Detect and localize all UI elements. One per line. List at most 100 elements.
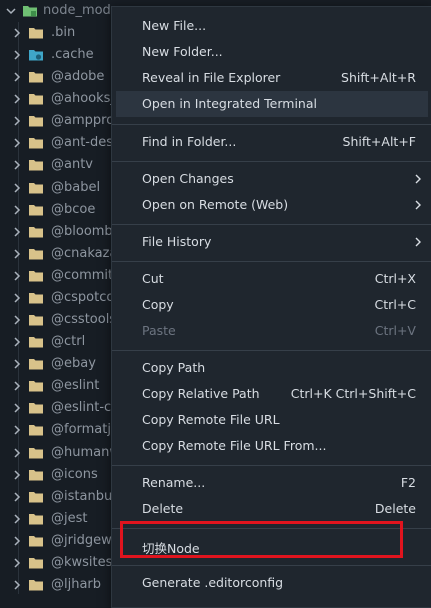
- chevron-right-icon: [14, 448, 21, 458]
- tree-item-label: @ahooksjs: [51, 91, 115, 106]
- tree-item-label: .bin: [51, 25, 76, 40]
- menu-separator: [112, 224, 431, 225]
- folder-icon: [29, 403, 43, 414]
- tree-item[interactable]: .cache: [0, 44, 115, 66]
- tree-item[interactable]: .bin: [0, 22, 115, 44]
- chevron-right-icon: [14, 227, 21, 237]
- tree-item[interactable]: @istanbulj: [0, 486, 115, 508]
- tree-item[interactable]: @ctrl: [0, 331, 115, 353]
- tree-item[interactable]: @ant-desi: [0, 132, 115, 154]
- menu-item-rename[interactable]: Rename... F2: [116, 470, 428, 496]
- folder-icon: [29, 315, 43, 326]
- menu-item-copy-remote-file-url[interactable]: Copy Remote File URL: [116, 407, 428, 433]
- menu-item-label: Copy Remote File URL: [142, 412, 280, 427]
- chevron-right-icon: [14, 72, 21, 82]
- tree-item[interactable]: @eslint: [0, 375, 115, 397]
- menu-item-paste: Paste Ctrl+V: [116, 318, 428, 344]
- menu-item-copy-remote-file-url-from[interactable]: Copy Remote File URL From...: [116, 433, 428, 459]
- tree-item-label: @kwsites: [51, 555, 113, 570]
- chevron-right-icon: [415, 174, 421, 184]
- tree-item[interactable]: @antv: [0, 154, 115, 176]
- tree-item[interactable]: @adobe: [0, 66, 115, 88]
- tree-item[interactable]: @jridgewe: [0, 530, 115, 552]
- tree-item-label: @ctrl: [51, 334, 86, 349]
- menu-separator: [112, 565, 431, 566]
- folder-icon: [29, 28, 43, 39]
- chevron-right-icon: [14, 558, 21, 568]
- chevron-right-icon: [14, 359, 21, 369]
- tree-item-label: @ampproj: [51, 113, 115, 128]
- chevron-right-icon: [14, 470, 21, 480]
- chevron-right-icon: [415, 200, 421, 210]
- chevron-right-icon: [14, 580, 21, 590]
- menu-item-label: File History: [142, 234, 212, 249]
- chevron-right-icon: [14, 116, 21, 126]
- folder-icon: [29, 271, 43, 282]
- folder-icon: [29, 359, 43, 370]
- folder-icon: [29, 514, 43, 525]
- menu-item-copy[interactable]: Copy Ctrl+C: [116, 292, 428, 318]
- menu-item-label: Delete: [142, 501, 184, 516]
- tree-item-label: @ant-desi: [51, 135, 115, 150]
- menu-item-cut[interactable]: Cut Ctrl+X: [116, 266, 428, 292]
- menu-item-file-history[interactable]: File History: [116, 229, 428, 255]
- menu-item-copy-relative-path[interactable]: Copy Relative Path Ctrl+K Ctrl+Shift+C: [116, 381, 428, 407]
- tree-item-label: @bloombe: [51, 224, 115, 239]
- tree-item[interactable]: @kwsites: [0, 552, 115, 574]
- menu-item-label: Find in Folder...: [142, 134, 237, 149]
- menu-item-open-on-remote[interactable]: Open on Remote (Web): [116, 192, 428, 218]
- tree-item[interactable]: @jest: [0, 508, 115, 530]
- tree-item[interactable]: @cnakazav: [0, 243, 115, 265]
- tree-item[interactable]: @cspotcod: [0, 287, 115, 309]
- menu-item-label: Copy Path: [142, 360, 206, 375]
- menu-separator: [112, 261, 431, 262]
- menu-item-new-folder[interactable]: New Folder...: [116, 39, 428, 65]
- folder-icon: [29, 138, 43, 149]
- folder-icon: [29, 492, 43, 503]
- tree-item[interactable]: @ahooksjs: [0, 88, 115, 110]
- tree-item[interactable]: @bcoe: [0, 199, 115, 221]
- folder-icon: [29, 183, 43, 194]
- explorer-tree: node_modul .bin .cache @adobe @ahooksjs @amp…: [0, 0, 115, 594]
- chevron-right-icon: [14, 536, 21, 546]
- tree-item-label: @jridgewe: [51, 533, 115, 548]
- menu-item-shortcut: Ctrl+C: [374, 297, 416, 312]
- tree-item[interactable]: @csstools: [0, 309, 115, 331]
- tree-item-node-modules[interactable]: node_modul: [0, 0, 115, 22]
- chevron-right-icon: [14, 138, 21, 148]
- menu-item-delete[interactable]: Delete Delete: [116, 496, 428, 522]
- tree-item-label: @icons: [51, 467, 98, 482]
- tree-item-label: @cspotcod: [51, 290, 115, 305]
- menu-item-label: Copy Remote File URL From...: [142, 438, 327, 453]
- chevron-right-icon: [14, 205, 21, 215]
- menu-item-open-changes[interactable]: Open Changes: [116, 166, 428, 192]
- chevron-right-icon: [14, 183, 21, 193]
- menu-item-shortcut: Shift+Alt+F: [342, 134, 416, 149]
- tree-item[interactable]: @ampproj: [0, 110, 115, 132]
- chevron-right-icon: [14, 514, 21, 524]
- menu-item-copy-path[interactable]: Copy Path: [116, 355, 428, 381]
- tree-item[interactable]: @icons: [0, 464, 115, 486]
- menu-item-reveal-in-file-explorer[interactable]: Reveal in File Explorer Shift+Alt+R: [116, 65, 428, 91]
- folder-open-icon: [23, 6, 37, 17]
- tree-item-label: @babel: [51, 180, 101, 195]
- tree-item[interactable]: @eslint-co: [0, 397, 115, 419]
- chevron-right-icon: [14, 50, 21, 60]
- tree-item[interactable]: @ebay: [0, 353, 115, 375]
- tree-item[interactable]: @ljharb: [0, 574, 115, 596]
- menu-item-generate-editorconfig[interactable]: Generate .editorconfig: [116, 570, 428, 596]
- tree-item[interactable]: @bloombe: [0, 221, 115, 243]
- menu-item-find-in-folder[interactable]: Find in Folder... Shift+Alt+F: [116, 129, 428, 155]
- tree-item[interactable]: @humanw: [0, 442, 115, 464]
- menu-item-new-file[interactable]: New File...: [116, 13, 428, 39]
- tree-item-label: @bcoe: [51, 202, 96, 217]
- menu-item-switch-node[interactable]: 切换Node: [116, 533, 428, 559]
- tree-item[interactable]: @babel: [0, 177, 115, 199]
- tree-item[interactable]: @formatjs: [0, 419, 115, 441]
- tree-item-label: @jest: [51, 511, 88, 526]
- chevron-down-icon: [6, 8, 16, 15]
- context-menu: New File... New Folder... Reveal in File…: [111, 6, 431, 608]
- tree-item[interactable]: @commitl: [0, 265, 115, 287]
- menu-item-open-in-integrated-terminal[interactable]: Open in Integrated Terminal: [116, 91, 428, 117]
- chevron-right-icon: [14, 271, 21, 281]
